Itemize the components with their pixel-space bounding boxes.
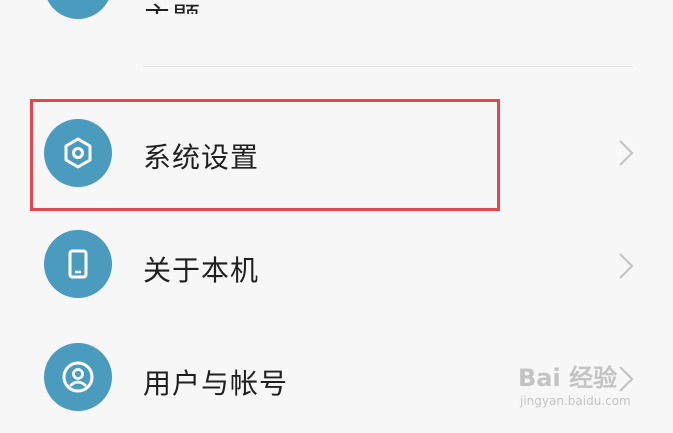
menu-item-label: 用户与帐号 (143, 367, 289, 400)
settings-screen: 主题 系统设置 关于本机 用户与帐号 Bai 经验 jingyan.baidu.… (0, 0, 673, 433)
user-account-icon (44, 343, 112, 411)
phone-icon (44, 230, 112, 298)
menu-item-about-phone[interactable]: 关于本机 (0, 211, 673, 321)
chevron-right-icon (619, 253, 634, 279)
settings-hexagon-icon (44, 119, 112, 187)
menu-item-top-partial[interactable]: 主题 (0, 0, 673, 40)
menu-item-label: 主题 (143, 1, 202, 34)
menu-item-label: 系统设置 (143, 141, 260, 174)
menu-item-system-settings[interactable]: 系统设置 (0, 100, 673, 210)
watermark-logo: Bai 经验 (518, 364, 618, 392)
menu-item-label: 关于本机 (143, 254, 260, 287)
divider (143, 66, 633, 67)
watermark: Bai 经验 jingyan.baidu.com (510, 358, 660, 418)
watermark-url: jingyan.baidu.com (520, 394, 631, 408)
chevron-right-icon (619, 140, 634, 166)
app-icon (44, 0, 112, 19)
